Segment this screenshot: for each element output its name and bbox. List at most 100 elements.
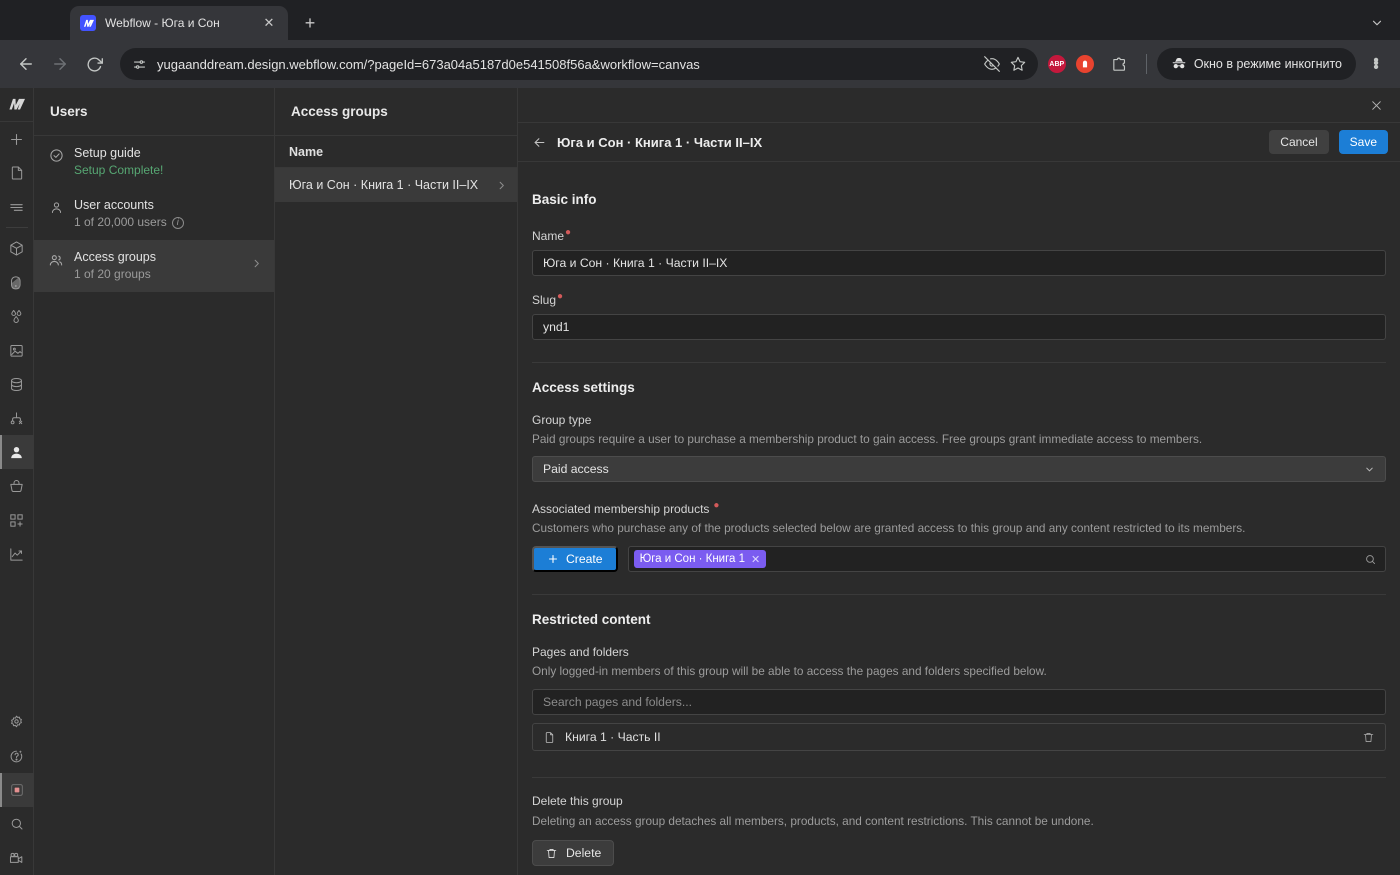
incognito-label: Окно в режиме инкогнито — [1193, 57, 1342, 71]
name-label-row: Name● — [532, 227, 1386, 243]
name-field-group: Name● Юга и Сон · Книга 1 · Части II–IX — [532, 227, 1386, 276]
tune-settings-icon[interactable] — [132, 57, 147, 72]
cancel-button[interactable]: Cancel — [1269, 130, 1329, 154]
name-input[interactable]: Юга и Сон · Книга 1 · Части II–IX — [532, 250, 1386, 276]
plus-icon — [547, 553, 559, 565]
star-icon[interactable] — [1010, 56, 1026, 72]
close-icon[interactable]: ✕ — [260, 14, 278, 32]
people-group-icon — [48, 252, 64, 268]
group-type-select[interactable]: Paid access — [532, 456, 1386, 482]
eye-slash-icon[interactable] — [983, 56, 1000, 72]
table-row[interactable]: Юга и Сон · Книга 1 · Части II–IX — [275, 168, 517, 202]
table-column-header: Name — [275, 136, 517, 168]
products-label: Associated membership products — [532, 502, 710, 516]
incognito-hat-icon — [1171, 56, 1187, 72]
delete-button[interactable]: Delete — [532, 840, 615, 866]
apps-grid-plus-icon[interactable] — [0, 503, 34, 537]
sidebar-item-texts: User accounts 1 of 20,000 users i — [74, 197, 262, 231]
sidebar-item-label: Setup guide — [74, 146, 141, 160]
close-icon[interactable]: ✕ — [751, 553, 760, 566]
sidebar-item-texts: Access groups 1 of 20 groups — [74, 249, 241, 283]
components-cube-icon[interactable] — [0, 231, 34, 265]
save-button[interactable]: Save — [1338, 130, 1388, 154]
check-circle-icon — [48, 148, 64, 163]
products-label-row: Associated membership products ● — [532, 500, 1386, 516]
section-title-restricted-content: Restricted content — [532, 612, 651, 627]
close-icon[interactable] — [1366, 95, 1386, 115]
adblock-label: ABP — [1049, 60, 1065, 68]
search-magnifier-icon[interactable] — [1364, 553, 1377, 566]
products-tags-input[interactable]: Юга и Сон · Книга 1 ✕ — [627, 546, 1386, 572]
browser-tabstrip: Webflow - Юга и Сон ✕ + — [0, 0, 1400, 40]
url-text[interactable]: yugaanddream.design.webflow.com/?pageId=… — [157, 57, 974, 72]
settings-gear-icon[interactable] — [0, 705, 34, 739]
reload-icon[interactable] — [78, 48, 110, 80]
webflow-logo-icon[interactable] — [0, 88, 34, 122]
product-tag-label: Юга и Сон · Книга 1 — [639, 553, 746, 565]
incognito-indicator[interactable]: Окно в режиме инкогнито — [1156, 48, 1356, 80]
sidebar-item-user-accounts[interactable]: User accounts 1 of 20,000 users i — [34, 188, 274, 240]
required-asterisk: ● — [713, 500, 720, 511]
slug-field-group: Slug● ynd1 — [532, 291, 1386, 340]
adblock-extension-icon[interactable]: ABP — [1047, 55, 1066, 73]
browser-tab-title: Webflow - Юга и Сон — [105, 16, 220, 30]
slug-input[interactable]: ynd1 — [532, 314, 1386, 340]
slug-label-row: Slug● — [532, 291, 1386, 307]
search-magnifier-icon[interactable] — [0, 807, 34, 841]
users-person-icon[interactable] — [0, 435, 34, 469]
navigator-layers-icon[interactable] — [0, 190, 34, 224]
ecommerce-basket-icon[interactable] — [0, 469, 34, 503]
chevron-down-icon[interactable] — [1364, 10, 1390, 36]
sidebar-item-texts: Setup guide Setup Complete! — [74, 145, 262, 179]
sidebar-item-label: Access groups — [74, 250, 156, 264]
webflow-logo-icon — [80, 15, 96, 31]
arrow-left-icon[interactable] — [532, 135, 547, 150]
slug-label: Slug — [532, 293, 557, 307]
help-question-sparkle-icon[interactable] — [0, 739, 34, 773]
search-pages-input[interactable]: Search pages and folders... — [532, 689, 1386, 715]
basic-info-section: Basic info Name● Юга и Сон · Книга 1 · Ч… — [532, 162, 1386, 340]
info-circle-icon[interactable]: i — [171, 216, 184, 229]
chevron-right-icon — [496, 180, 507, 191]
create-product-button[interactable]: Create — [532, 546, 618, 572]
assets-image-icon[interactable] — [0, 333, 34, 367]
kebab-menu-icon[interactable]: • • • — [1362, 50, 1390, 78]
delete-section-help: Deleting an access group detaches all me… — [532, 814, 1094, 828]
page-title: Users — [50, 104, 88, 119]
browser-tab[interactable]: Webflow - Юга и Сон ✕ — [70, 6, 288, 40]
name-label: Name — [532, 229, 565, 243]
analyze-chart-icon[interactable] — [0, 537, 34, 571]
sidebar-item-setup-guide[interactable]: Setup guide Setup Complete! — [34, 136, 274, 188]
browser-toolbar: yugaanddream.design.webflow.com/?pageId=… — [0, 40, 1400, 88]
arrow-left-icon[interactable] — [10, 48, 42, 80]
required-asterisk: ● — [557, 291, 564, 302]
cms-database-icon[interactable] — [0, 367, 34, 401]
users-panel: Users Setup guide Setup Complete! User a… — [34, 88, 275, 875]
sidebar-item-access-groups[interactable]: Access groups 1 of 20 groups — [34, 240, 274, 292]
omnibox[interactable]: yugaanddream.design.webflow.com/?pageId=… — [120, 48, 1038, 80]
detail-title: Юга и Сон · Книга 1 · Части II–IX — [557, 134, 763, 150]
logic-flow-icon[interactable] — [0, 401, 34, 435]
style-selector-icon[interactable] — [0, 265, 34, 299]
pages-label: Pages and folders — [532, 645, 629, 659]
trash-icon[interactable] — [1362, 731, 1375, 744]
puzzle-piece-icon[interactable] — [1104, 48, 1136, 80]
restricted-page-row[interactable]: Книга 1 · Часть II — [532, 723, 1386, 751]
pages-file-icon[interactable] — [0, 156, 34, 190]
plus-add-icon[interactable] — [0, 122, 34, 156]
access-groups-title: Access groups — [291, 104, 388, 119]
group-type-field-group: Group type Paid groups require a user to… — [532, 413, 1386, 482]
product-tag[interactable]: Юга и Сон · Книга 1 ✕ — [633, 550, 767, 568]
plus-icon[interactable]: + — [296, 9, 324, 37]
chevron-down-icon — [1364, 464, 1375, 475]
variables-drops-icon[interactable] — [0, 299, 34, 333]
video-preview-square-icon[interactable] — [0, 773, 34, 807]
webflow-designer: Users Setup guide Setup Complete! User a… — [0, 88, 1400, 875]
delete-button-label: Delete — [566, 846, 602, 860]
sidebar-item-label: User accounts — [74, 198, 154, 212]
video-camera-icon[interactable] — [0, 841, 34, 875]
second-extension-icon[interactable] — [1075, 55, 1094, 73]
detail-header: Юга и Сон · Книга 1 · Части II–IX Cancel… — [518, 122, 1400, 162]
detail-topbar — [518, 88, 1400, 122]
products-row: Create Юга и Сон · Книга 1 ✕ — [532, 546, 1386, 572]
